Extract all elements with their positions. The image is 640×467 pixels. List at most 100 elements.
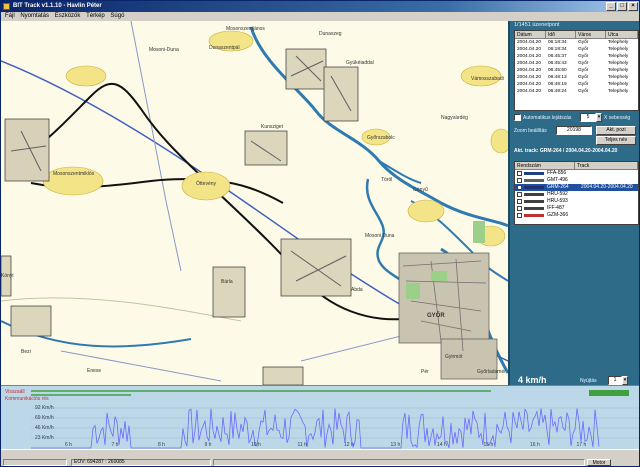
message-row[interactable]: 2004.04.20 06:45:43 Győr Telephely <box>515 60 638 67</box>
message-row[interactable]: 2004.04.20 06:45:50 Győr Telephely <box>515 67 638 74</box>
close-button[interactable]: × <box>628 2 638 11</box>
message-cell: 2004.04.20 <box>517 61 542 66</box>
vehicle-checkbox[interactable] <box>517 213 522 218</box>
col-date[interactable]: Dátum <box>515 31 546 38</box>
vehicle-row[interactable]: GZM-366 <box>515 212 638 219</box>
graph-xlabel: 7 h <box>111 442 119 448</box>
message-cell: 06:18:34 <box>548 40 567 45</box>
active-track-label: Akt. track: GRM-264 / 2004.04.20-2004.04… <box>514 148 618 154</box>
vehicle-checkbox[interactable] <box>517 192 522 197</box>
vehicle-checkbox[interactable] <box>517 185 522 190</box>
message-count: 1/1451 üzenetpont <box>514 22 560 28</box>
zoom-label: Zoom beállítás <box>514 128 547 134</box>
message-cell: Telephely <box>608 54 629 59</box>
auto-play-label: Automatikus lejátszás <box>523 115 572 121</box>
menu-help[interactable]: Súgó <box>110 12 124 21</box>
status-field-empty <box>3 459 67 466</box>
message-cell: 2004.04.20 <box>517 54 542 59</box>
message-cell: 2004.04.20 <box>517 40 542 45</box>
message-row[interactable]: 2004.04.20 06:45:37 Győr Telephely <box>515 53 638 60</box>
map-label-ottevény: Öttevény <box>196 181 217 187</box>
message-cell: 2004.04.20 <box>517 68 542 73</box>
message-cell: Telephely <box>608 68 629 73</box>
vehicle-row[interactable]: HRU-593 <box>515 198 638 205</box>
col-track[interactable]: Track <box>575 162 638 169</box>
auto-play-checkbox[interactable] <box>514 114 521 121</box>
zoom-input[interactable]: 20198 <box>556 126 592 135</box>
graph-xlabel: 17 h <box>576 442 587 448</box>
stretch-value[interactable]: 1 <box>608 376 622 385</box>
menu-tools[interactable]: Eszközök <box>55 12 81 21</box>
map-label-torol: Töröl <box>381 177 393 183</box>
map-label-dunaszentpal: Dunaszentpál <box>209 45 240 51</box>
message-cell: Telephely <box>608 82 629 87</box>
graph-xlabel: 9 h <box>204 442 212 448</box>
vehicle-plate: GRM-264 <box>547 184 569 190</box>
menu-print[interactable]: Nyomtatás <box>20 12 49 21</box>
map-label-abda: Abda <box>351 287 363 293</box>
menu-file[interactable]: Fájl <box>5 12 15 21</box>
col-time[interactable]: Idő <box>546 31 576 38</box>
stretch-spinner[interactable]: ▾ <box>622 376 628 385</box>
motor-button[interactable]: Motor <box>587 459 611 466</box>
map-label-mosonszentjanos: Mosonszentjános <box>226 26 265 32</box>
vehicle-plate: GMT-496 <box>547 177 568 183</box>
message-cell: Győr <box>578 47 589 52</box>
vehicle-plate: HRU-593 <box>547 198 568 204</box>
vehicle-plate: IFF-487 <box>547 205 565 211</box>
col-plate[interactable]: Rendszám <box>515 162 575 169</box>
message-cell: 06:45:43 <box>548 61 567 66</box>
auto-play-value[interactable]: 5 <box>580 113 596 122</box>
act-pos-button[interactable]: Akt. pozi <box>596 126 636 135</box>
message-row[interactable]: 2004.04.20 06:18:34 Győr Telephely <box>515 46 638 53</box>
maximize-button[interactable]: □ <box>617 2 627 11</box>
vehicle-row[interactable]: IFF-487 <box>515 205 638 212</box>
graph-xlabel: 6 h <box>65 442 72 448</box>
vehicle-checkbox[interactable] <box>517 171 522 176</box>
map-canvas[interactable] <box>1 21 508 385</box>
message-cell: 2004.04.20 <box>517 82 542 87</box>
graph-xlabel: 12 h <box>344 442 354 448</box>
message-cell: 2004.04.20 <box>517 47 542 52</box>
map-label-per: Pér <box>421 369 429 375</box>
message-cell: Telephely <box>608 75 629 80</box>
vehicle-checkbox[interactable] <box>517 206 522 211</box>
menu-map[interactable]: Térkép <box>86 12 105 21</box>
window-title: BIT Track v1.1.10 - Havlin Péter <box>13 3 102 9</box>
graph-xlabel: 11 h <box>297 442 307 448</box>
message-table[interactable]: Dátum Idő Város Utca 2004.04.20 06:18:34 G… <box>514 30 639 111</box>
map-label-enese: Enese <box>87 368 102 374</box>
message-row[interactable]: 2004.04.20 06:18:34 Győr Telephely <box>515 39 638 46</box>
map-label-nagyvardeg: Nagyvárdég <box>441 115 468 121</box>
track-color-swatch <box>524 193 544 196</box>
speed-graph-canvas[interactable] <box>1 386 639 449</box>
vehicle-checkbox[interactable] <box>517 199 522 204</box>
vehicle-plate: HRU-592 <box>547 191 568 197</box>
vehicle-row[interactable]: HRU-592 <box>515 191 638 198</box>
col-street[interactable]: Utca <box>606 31 638 38</box>
vehicle-row[interactable]: GRM-264 2004.04.20-2004.04.20 <box>515 184 638 191</box>
full-view-button[interactable]: Teljes név <box>596 136 636 145</box>
map-label-vamosszabadi: Vámosszabadi <box>471 76 504 82</box>
minimize-button[interactable]: _ <box>606 2 616 11</box>
graph-xlabel: 13 h <box>390 442 401 448</box>
message-cell: 2004.04.20 <box>517 89 542 94</box>
map-label-konyi: Kónyi <box>1 273 14 279</box>
map-label-bezi: Bezi <box>21 349 31 355</box>
vehicle-table-header: Rendszám Track <box>515 162 638 170</box>
message-cell: 06:48:19 <box>548 82 567 87</box>
vehicle-table[interactable]: Rendszám Track FFA-856 GMT-496 GRM-264 2004… <box>514 161 639 225</box>
speed-graph[interactable]: Visszaáll Kommunikációs rés 92 Km/h 69 K… <box>1 385 639 449</box>
message-row[interactable]: 2004.04.20 06:48:24 Győr Telephely <box>515 88 638 95</box>
graph-xlabel: 15 h <box>483 442 494 448</box>
graph-xlabel: 8 h <box>158 442 165 448</box>
vehicle-row[interactable]: FFA-856 <box>515 170 638 177</box>
vehicle-checkbox[interactable] <box>517 178 522 183</box>
message-row[interactable]: 2004.04.20 06:48:19 Győr Telephely <box>515 81 638 88</box>
auto-play-spinner[interactable]: ▾ <box>596 113 602 122</box>
message-cell: 06:18:34 <box>548 47 567 52</box>
vehicle-row[interactable]: GMT-496 <box>515 177 638 184</box>
map-view[interactable]: Dunaszeg Dunaszentpál Mosonszentjános Gy… <box>1 21 508 385</box>
col-city[interactable]: Város <box>576 31 606 38</box>
message-row[interactable]: 2004.04.20 06:48:13 Győr Telephely <box>515 74 638 81</box>
